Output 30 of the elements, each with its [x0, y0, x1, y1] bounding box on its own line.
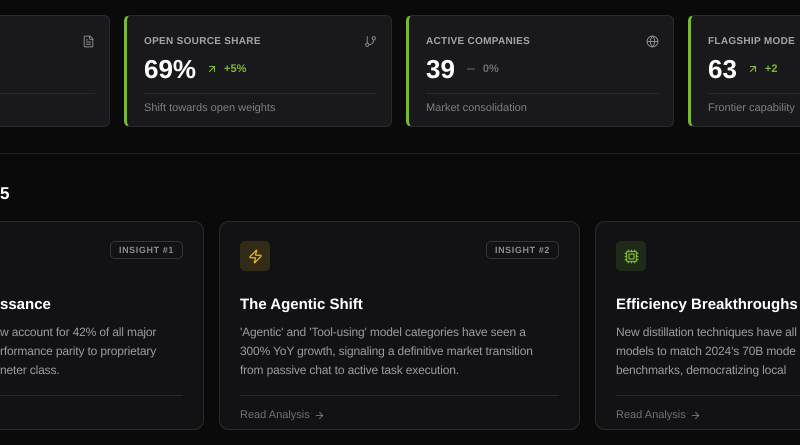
insight-badge: INSIGHT #1: [110, 241, 183, 259]
insight-text: 'Agentic' and 'Tool-using' model categories have seen a 300% YoY growth, signaling a definitive market transition from passive chat to active task execution.: [240, 324, 534, 379]
stat-value: 39: [426, 54, 455, 84]
read-analysis-link[interactable]: Read Analysis: [616, 409, 800, 421]
stat-value: 63: [708, 54, 737, 84]
stat-note: Market consolidation: [426, 102, 528, 114]
lightning-icon: [248, 248, 262, 264]
chip-icon: [624, 248, 638, 264]
stat-value: 69%: [144, 54, 196, 84]
stat-label: ACTIVE COMPANIES: [426, 36, 530, 46]
insight-title: Efficiency Breakthroughs: [616, 295, 799, 315]
stat-change: 0%: [482, 63, 499, 75]
stat-change: +5%: [224, 63, 246, 75]
section-heading: 5: [0, 183, 10, 205]
stat-note: Shift towards open weights: [144, 102, 276, 114]
stat-change: +2: [764, 63, 778, 75]
insight-badge: INSIGHT #2: [486, 241, 559, 259]
insight-text: New distillation techniques have all models to match 2024's 70B mode benchmarks, democratizing local: [616, 324, 798, 379]
stat-note: Frontier capability: [708, 102, 796, 114]
insight-title: ssance: [0, 295, 52, 315]
branch-icon: [364, 34, 377, 48]
arrow-right-icon: [314, 410, 325, 420]
document-icon: [82, 34, 95, 48]
stat-label: OPEN SOURCE SHARE: [144, 36, 261, 46]
insight-title: The Agentic Shift: [240, 295, 364, 315]
globe-icon: [646, 34, 659, 48]
arrow-right-icon: [690, 410, 701, 420]
stat-label: FLAGSHIP MODE: [708, 36, 796, 46]
read-analysis-link[interactable]: Read Analysis: [240, 409, 559, 421]
insight-text: w account for 42% of all major rformance parity to proprietary neter class.: [0, 324, 158, 379]
